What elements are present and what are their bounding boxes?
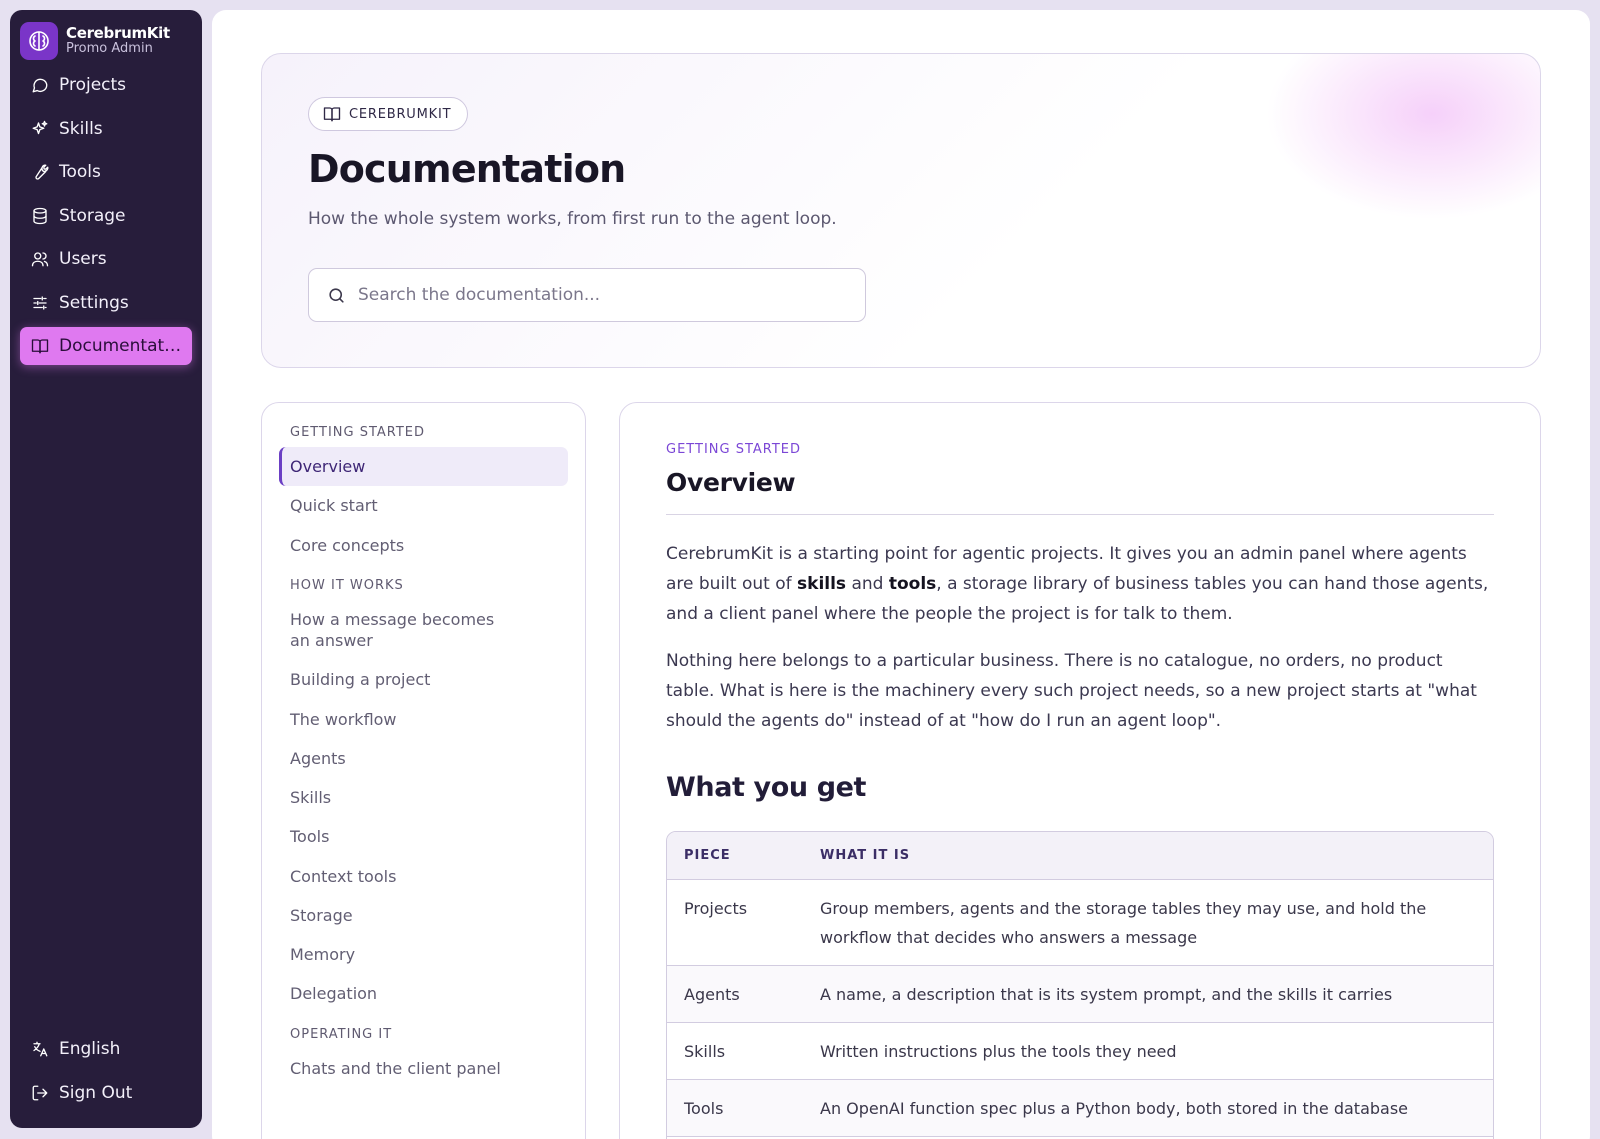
database-icon (30, 206, 50, 226)
nav-label: Settings (59, 292, 129, 313)
table-row: Tools An OpenAI function spec plus a Pyt… (667, 1079, 1493, 1136)
sign-out-icon (30, 1083, 50, 1103)
table-cell: Group members, agents and the storage ta… (820, 899, 1427, 947)
toc-section-title: HOW IT WORKS (290, 577, 404, 593)
toc-item-core-concepts[interactable]: Core concepts (279, 526, 568, 565)
book-icon (323, 105, 341, 123)
toc-item-building-project[interactable]: Building a project (279, 660, 568, 699)
table-row: Agents A name, a description that is its… (667, 965, 1493, 1022)
users-icon (30, 249, 50, 269)
table-cell: An OpenAI function spec plus a Python bo… (820, 1099, 1409, 1118)
nav-item-documentation[interactable]: Documentation (20, 327, 192, 365)
sign-out-button[interactable]: Sign Out (20, 1074, 192, 1112)
table-header: PIECE WHAT IT IS (667, 832, 1493, 879)
nav-label: Skills (59, 118, 103, 139)
toc-item-message-to-answer[interactable]: How a message becomes an answer (279, 600, 519, 661)
toc-item-skills[interactable]: Skills (279, 778, 568, 817)
language-switcher[interactable]: English (20, 1030, 192, 1068)
toc-item-delegation[interactable]: Delegation (279, 974, 568, 1013)
page-title: Documentation (308, 147, 626, 191)
table-cell: Written instructions plus the tools they… (820, 1042, 1177, 1061)
article-title: Overview (666, 468, 1494, 515)
main-content: CEREBRUMKIT Documentation How the whole … (212, 10, 1590, 1139)
nav-label: Projects (59, 75, 127, 95)
article-paragraph: Nothing here belongs to a particular bus… (666, 651, 1477, 731)
column-header: PIECE (684, 848, 731, 863)
nav-item-projects[interactable]: Projects (20, 66, 192, 104)
brand-subtitle: Promo Admin (66, 41, 153, 57)
search-icon (327, 286, 346, 305)
toc-item-workflow[interactable]: The workflow (279, 700, 568, 739)
page-subtitle: How the whole system works, from first r… (308, 209, 837, 229)
nav-item-skills[interactable]: Skills (20, 110, 192, 148)
book-icon (30, 336, 50, 356)
table-cell: Tools (684, 1099, 724, 1118)
toc-item-storage[interactable]: Storage (279, 896, 568, 935)
table-cell: A name, a description that is its system… (820, 985, 1393, 1004)
section-heading: What you get (666, 772, 867, 803)
main-nav: Projects Skills Tools Storage Users Sett… (20, 66, 192, 365)
pieces-table: PIECE WHAT IT IS Projects Group members,… (666, 831, 1494, 1139)
text-run: and (846, 574, 889, 594)
toc-item-chats-client-panel[interactable]: Chats and the client panel (279, 1049, 568, 1088)
toc-item-memory[interactable]: Memory (279, 935, 568, 974)
term-tools: tools (888, 574, 937, 594)
brand[interactable]: CerebrumKit Promo Admin (20, 20, 192, 62)
table-cell: Projects (684, 899, 748, 918)
article-paragraph: CerebrumKit is a starting point for agen… (666, 539, 1494, 629)
nav-item-storage[interactable]: Storage (20, 197, 192, 235)
nav-item-tools[interactable]: Tools (20, 153, 192, 191)
translate-icon (30, 1039, 50, 1059)
badge-label: CEREBRUMKIT (349, 106, 452, 122)
table-row: Projects Group members, agents and the s… (667, 879, 1493, 965)
search-input[interactable] (358, 285, 838, 305)
sparkles-icon (30, 119, 50, 139)
toc-item-agents[interactable]: Agents (279, 739, 568, 778)
docs-badge: CEREBRUMKIT (308, 97, 469, 131)
column-header: WHAT IT IS (820, 848, 911, 863)
wrench-icon (30, 162, 50, 182)
sliders-icon (30, 293, 50, 313)
nav-item-users[interactable]: Users (20, 240, 192, 278)
toc-section-title: OPERATING IT (290, 1026, 393, 1042)
docs-article: GETTING STARTED Overview CerebrumKit is … (619, 402, 1541, 1139)
docs-search[interactable] (308, 268, 866, 322)
sidebar: CerebrumKit Promo Admin Projects Skills … (10, 10, 202, 1128)
toc-item-quick-start[interactable]: Quick start (279, 486, 568, 525)
brain-icon (20, 22, 58, 60)
sign-out-label: Sign Out (59, 1083, 133, 1103)
toc-item-context-tools[interactable]: Context tools (279, 857, 568, 896)
table-cell: Skills (684, 1042, 726, 1061)
nav-label: Documentation (59, 336, 182, 356)
table-cell: Agents (684, 985, 740, 1004)
brand-name: CerebrumKit (66, 24, 170, 43)
nav-label: Users (59, 249, 107, 269)
toc-item-tools[interactable]: Tools (279, 817, 568, 856)
docs-hero: CEREBRUMKIT Documentation How the whole … (261, 53, 1541, 368)
nav-item-settings[interactable]: Settings (20, 284, 192, 322)
language-label: English (59, 1039, 121, 1059)
sidebar-bottom: English Sign Out (20, 1030, 192, 1118)
chat-bubble-icon (30, 75, 50, 95)
toc-section-title: GETTING STARTED (290, 425, 426, 440)
nav-label: Tools (59, 162, 101, 182)
nav-label: Storage (59, 205, 126, 226)
toc-item-overview[interactable]: Overview (279, 447, 568, 487)
docs-toc: GETTING STARTED Overview Quick start Cor… (261, 402, 586, 1139)
table-row: Skills Written instructions plus the too… (667, 1022, 1493, 1079)
article-eyebrow: GETTING STARTED (666, 442, 802, 457)
term-skills: skills (797, 574, 847, 594)
